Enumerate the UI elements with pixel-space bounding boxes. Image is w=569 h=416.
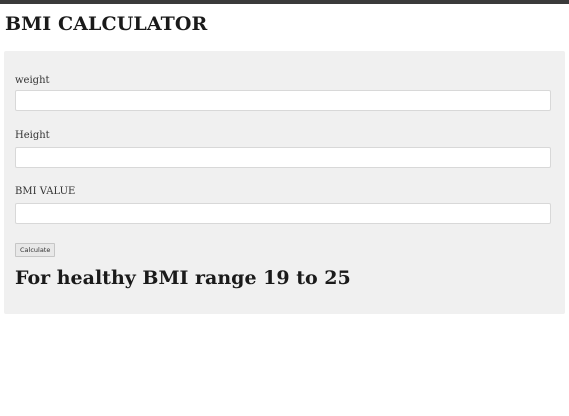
healthy-range-text: For healthy BMI range 19 to 25 [15, 267, 351, 289]
height-label: Height [15, 130, 50, 141]
calculate-button[interactable]: Calculate [15, 243, 56, 257]
height-input[interactable] [15, 147, 551, 168]
weight-input[interactable] [15, 90, 551, 111]
weight-label: weight [15, 75, 50, 86]
bmi-form-panel: weight Height BMI VALUE Calculate For he… [4, 51, 565, 314]
top-bar [0, 0, 569, 4]
bmi-value-input[interactable] [15, 203, 551, 224]
bmi-value-label: BMI VALUE [15, 186, 76, 197]
page-title: BMI CALCULATOR [5, 13, 208, 35]
